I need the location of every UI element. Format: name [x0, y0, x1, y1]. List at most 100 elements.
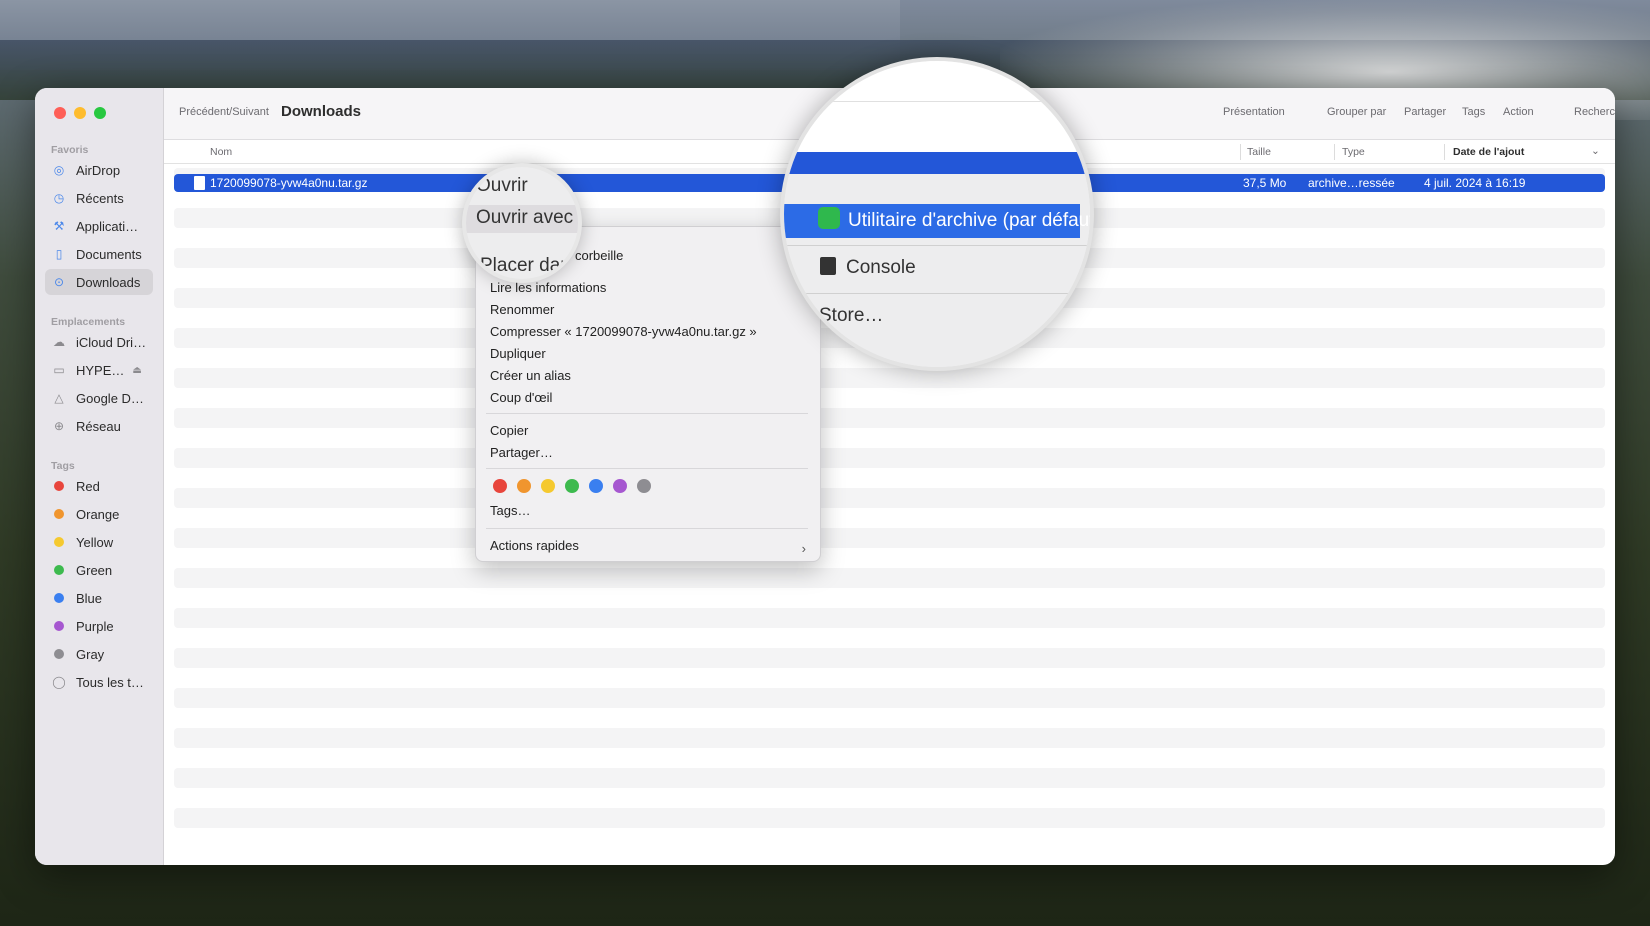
sidebar-item-label: AirDrop — [76, 162, 121, 178]
sidebar-tag-red[interactable]: Red — [45, 473, 153, 499]
menu-item-share[interactable]: Partager… — [490, 445, 553, 460]
sidebar-item-label: HYPE… — [76, 362, 125, 378]
sidebar-item-label: Tous les t… — [76, 674, 144, 690]
share-button[interactable]: Partager — [1404, 106, 1446, 118]
empty-row — [174, 608, 1605, 628]
sidebar: Favoris ◎ AirDrop ◷ Récents ⚒ Applicati… ▯ D… — [35, 88, 164, 865]
magnified-divider — [784, 101, 1090, 102]
sidebar-tag-blue[interactable]: Blue — [45, 585, 153, 611]
tags-button[interactable]: Tags — [1462, 106, 1485, 118]
close-button[interactable] — [54, 107, 66, 119]
menu-item-get-info[interactable]: Lire les informations — [490, 280, 606, 295]
column-divider — [1334, 144, 1335, 160]
sidebar-item-label: Gray — [76, 646, 105, 662]
tag-color-dot — [54, 593, 64, 603]
applications-icon: ⚒ — [53, 219, 65, 233]
magnified-list-background — [784, 61, 1090, 155]
eject-icon[interactable]: ⏏ — [132, 365, 141, 376]
menu-item-move-to[interactable]: Placer dar — [480, 255, 567, 277]
sidebar-item-label: Purple — [76, 618, 114, 634]
drive-icon: ▭ — [53, 363, 65, 377]
sidebar-tag-gray[interactable]: Gray — [45, 641, 153, 667]
menu-item-copy[interactable]: Copier — [490, 423, 528, 438]
window-title: Downloads — [281, 103, 362, 120]
file-type: archive…ressée — [1308, 176, 1395, 190]
sidebar-item-icloud[interactable]: ☁ iCloud Dri… — [45, 329, 153, 355]
file-date: 4 juil. 2024 à 16:19 — [1424, 176, 1526, 190]
submenu-item-label: Console — [846, 257, 916, 278]
empty-row — [174, 728, 1605, 748]
empty-row — [174, 808, 1605, 828]
menu-item-tags[interactable]: Tags… — [490, 503, 530, 518]
submenu-item-app-store[interactable]: Store… — [819, 305, 883, 327]
column-type[interactable]: Type — [1342, 146, 1365, 158]
group-by-button[interactable]: Grouper par — [1327, 106, 1386, 118]
sidebar-item-applications[interactable]: ⚒ Applicati… — [45, 213, 153, 239]
all-tags-icon: ◯ — [52, 675, 66, 689]
submenu-item-console[interactable]: Console — [820, 257, 916, 279]
submenu-separator — [784, 293, 1090, 294]
sidebar-item-label: Google D… — [76, 390, 144, 406]
view-button[interactable]: Présentation — [1223, 106, 1285, 118]
sidebar-tag-yellow[interactable]: Yellow — [45, 529, 153, 555]
sidebar-item-downloads[interactable]: ⊙ Downloads — [45, 269, 153, 295]
tag-purple-swatch[interactable] — [613, 479, 627, 493]
sidebar-item-google-drive[interactable]: △ Google D… — [45, 385, 153, 411]
search-button[interactable]: Rechercher — [1574, 106, 1615, 118]
chevron-down-icon[interactable]: ⌄ — [1591, 145, 1600, 157]
back-forward-button[interactable]: Précédent/Suivant — [179, 106, 269, 118]
sidebar-item-label: iCloud Dri… — [76, 334, 147, 350]
tag-gray-swatch[interactable] — [637, 479, 651, 493]
menu-item-quick-actions[interactable]: Actions rapides — [490, 538, 579, 553]
menu-item-move-to-trash[interactable]: corbeille — [575, 248, 623, 263]
menu-item-duplicate[interactable]: Dupliquer — [490, 346, 546, 361]
zoom-button[interactable] — [94, 107, 106, 119]
action-button[interactable]: Action — [1503, 106, 1534, 118]
tag-green-swatch[interactable] — [565, 479, 579, 493]
sidebar-tag-all[interactable]: ◯ Tous les t… — [45, 669, 153, 695]
cloud-icon: ☁ — [53, 335, 65, 349]
menu-item-rename[interactable]: Renommer — [490, 302, 554, 317]
airdrop-icon: ◎ — [53, 163, 65, 177]
column-name[interactable]: Nom — [210, 146, 232, 158]
sidebar-item-documents[interactable]: ▯ Documents — [45, 241, 153, 267]
column-date-added[interactable]: Date de l'ajout — [1453, 146, 1524, 158]
menu-item-compress[interactable]: Compresser « 1720099078-yvw4a0nu.tar.gz … — [490, 324, 757, 339]
tag-color-dot — [54, 537, 64, 547]
sidebar-item-label: Downloads — [76, 274, 141, 290]
tag-orange-swatch[interactable] — [517, 479, 531, 493]
sidebar-item-airdrop[interactable]: ◎ AirDrop — [45, 157, 153, 183]
tag-color-dot — [54, 481, 64, 491]
sidebar-tag-purple[interactable]: Purple — [45, 613, 153, 639]
empty-row — [174, 528, 1605, 548]
console-icon — [820, 257, 836, 275]
column-divider — [1240, 144, 1241, 160]
sidebar-item-reseau[interactable]: ⊕ Réseau — [45, 413, 153, 439]
window-controls — [54, 107, 106, 119]
tag-yellow-swatch[interactable] — [541, 479, 555, 493]
tag-color-dot — [54, 621, 64, 631]
sidebar-item-hype[interactable]: ▭ HYPE… ⏏ — [45, 357, 153, 383]
minimize-button[interactable] — [74, 107, 86, 119]
sidebar-item-recents[interactable]: ◷ Récents — [45, 185, 153, 211]
submenu-item-archive-utility[interactable]: Utilitaire d'archive (par défaut) — [818, 207, 1090, 232]
empty-row — [174, 488, 1605, 508]
empty-row — [174, 408, 1605, 428]
tag-red-swatch[interactable] — [493, 479, 507, 493]
clock-icon: ◷ — [53, 191, 65, 205]
menu-item-make-alias[interactable]: Créer un alias — [490, 368, 571, 383]
column-size[interactable]: Taille — [1247, 146, 1271, 158]
menu-item-open-with[interactable]: Ouvrir avec — [476, 207, 573, 229]
sidebar-item-label: Orange — [76, 506, 120, 522]
column-divider — [1444, 144, 1445, 160]
magnified-selected-row — [784, 152, 1090, 174]
sidebar-section-tags: Tags — [51, 460, 75, 472]
menu-separator — [486, 528, 808, 529]
menu-item-quick-look[interactable]: Coup d'œil — [490, 390, 552, 405]
file-icon — [194, 176, 205, 190]
sidebar-tag-orange[interactable]: Orange — [45, 501, 153, 527]
sidebar-tag-green[interactable]: Green — [45, 557, 153, 583]
tag-blue-swatch[interactable] — [589, 479, 603, 493]
menu-item-open[interactable]: Ouvrir — [476, 175, 528, 197]
magnifier-left: Ouvrir Ouvrir avec Placer dar — [462, 163, 582, 283]
